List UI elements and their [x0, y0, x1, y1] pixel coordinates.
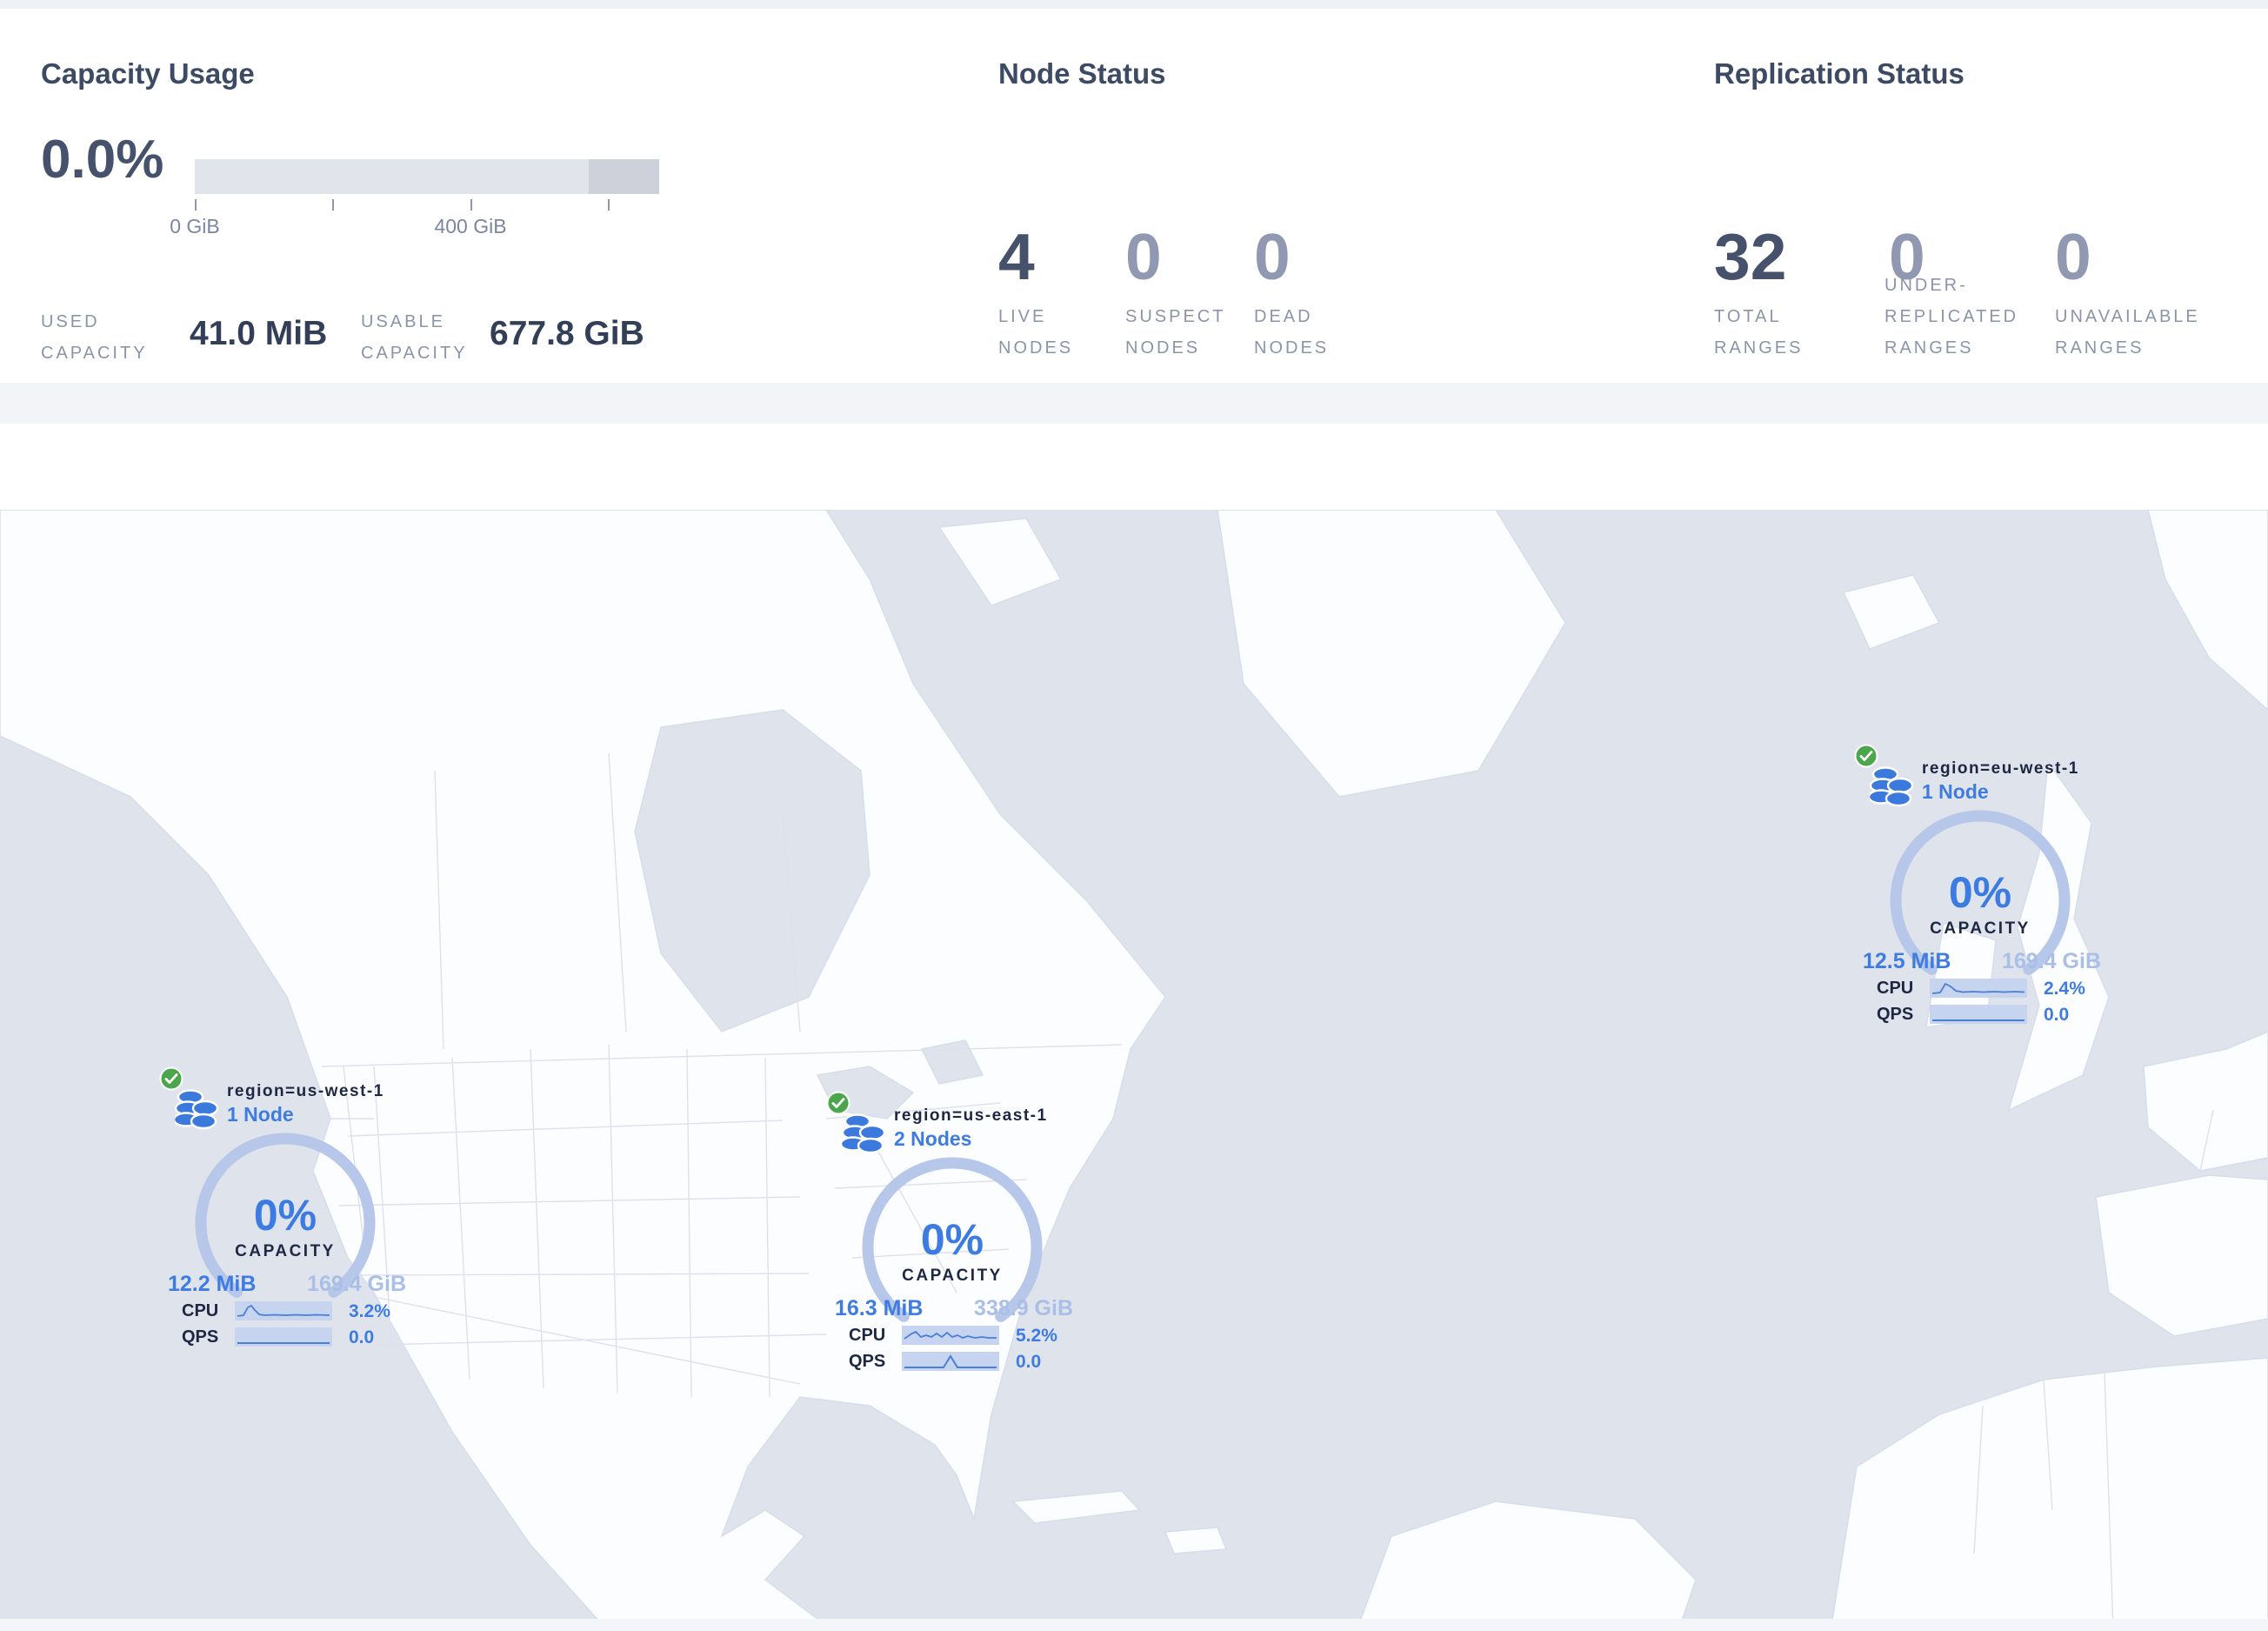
cpu-sparkline — [1930, 979, 2027, 998]
region-used-capacity: 12.5 MiB — [1863, 949, 1951, 973]
region-marker-us-east-1[interactable]: region=us-east-1 2 Nodes 0% CAPACITY 16.… — [819, 1077, 1085, 1383]
qps-sparkline — [902, 1352, 999, 1371]
qps-label: QPS — [182, 1327, 219, 1347]
cpu-label: CPU — [182, 1301, 219, 1320]
replication-status-title: Replication Status — [1714, 57, 1964, 90]
qps-row: QPS 0.0 — [152, 1327, 418, 1348]
region-capacity-percent: 0% — [253, 1191, 317, 1240]
section-divider — [0, 383, 2268, 424]
region-total-capacity: 169.4 GiB — [2002, 949, 2101, 973]
qps-value: 0.0 — [349, 1327, 375, 1347]
cpu-value: 5.2% — [1016, 1326, 1057, 1346]
cpu-value: 2.4% — [2044, 979, 2085, 999]
qps-label: QPS — [849, 1352, 886, 1371]
region-name: region=eu-west-1 — [1922, 759, 2079, 778]
qps-sparkline — [1930, 1005, 2027, 1024]
cpu-label: CPU — [1877, 979, 1914, 998]
region-marker-eu-west-1[interactable]: region=eu-west-1 1 Node 0% CAPACITY 12.5… — [1847, 730, 2113, 1036]
usable-capacity-value: 677.8 GiB — [490, 315, 644, 352]
cluster-summary-bar: Capacity Usage 0.0% 0 GiB 400 GiB USED C… — [0, 9, 2268, 384]
cpu-row: CPU 5.2% — [819, 1326, 1085, 1347]
qps-value: 0.0 — [1016, 1352, 1042, 1372]
dead-nodes-label: DEAD NODES — [1254, 307, 1330, 358]
capacity-usage-title: Capacity Usage — [41, 57, 255, 90]
qps-value: 0.0 — [2044, 1005, 2070, 1025]
unavailable-ranges-label: UNAVAILABLE RANGES — [2055, 307, 2200, 358]
cpu-label: CPU — [849, 1326, 886, 1345]
suspect-nodes-label: SUSPECT NODES — [1125, 307, 1226, 358]
qps-sparkline — [235, 1327, 332, 1347]
region-capacity-percent: 0% — [1948, 868, 2012, 917]
axis-tick — [195, 199, 197, 211]
live-nodes-label: LIVE NODES — [998, 307, 1074, 358]
capacity-used-percent: 0.0% — [41, 130, 164, 190]
cpu-value: 3.2% — [349, 1301, 390, 1321]
region-capacity-label: CAPACITY — [1930, 919, 2031, 938]
axis-tick-label-400: 400 GiB — [434, 215, 507, 237]
cpu-sparkline — [902, 1326, 999, 1345]
total-ranges-label: TOTAL RANGES — [1714, 307, 1804, 358]
axis-tick — [332, 199, 334, 211]
node-status-title: Node Status — [998, 57, 1166, 90]
unavailable-ranges-count: 0 — [2055, 220, 2091, 293]
under-replicated-ranges-label: UNDER-REPLICATED RANGES — [1884, 276, 2019, 358]
qps-label: QPS — [1877, 1005, 1914, 1024]
region-total-capacity: 169.4 GiB — [307, 1272, 406, 1296]
qps-row: QPS 0.0 — [819, 1352, 1085, 1373]
region-capacity-percent: 0% — [920, 1215, 984, 1264]
region-used-capacity: 12.2 MiB — [168, 1272, 257, 1296]
axis-tick — [470, 199, 472, 211]
usable-capacity-label: USABLE CAPACITY — [361, 312, 468, 363]
cluster-overview-page: Capacity Usage 0.0% 0 GiB 400 GiB USED C… — [0, 0, 2268, 1631]
region-capacity-label: CAPACITY — [235, 1242, 336, 1260]
region-name: region=us-east-1 — [894, 1106, 1048, 1125]
cpu-row: CPU 3.2% — [152, 1301, 418, 1322]
axis-tick-label-0: 0 GiB — [170, 215, 220, 237]
map-toolbar: Node Map Cluster 10m Past 10 Minutes — [0, 424, 2268, 920]
suspect-nodes-count: 0 — [1125, 220, 1162, 293]
region-marker-us-west-1[interactable]: region=us-west-1 1 Node 0% CAPACITY 12.2… — [152, 1053, 418, 1359]
cpu-row: CPU 2.4% — [1847, 979, 2113, 999]
qps-row: QPS 0.0 — [1847, 1005, 2113, 1026]
page-footer-strip — [0, 1619, 2268, 1631]
used-capacity-value: 41.0 MiB — [190, 315, 328, 352]
capacity-usage-bar — [195, 159, 659, 194]
region-name: region=us-west-1 — [227, 1082, 384, 1100]
live-nodes-count: 4 — [998, 220, 1035, 293]
total-ranges-count: 32 — [1714, 220, 1787, 293]
region-capacity-label: CAPACITY — [902, 1267, 1003, 1285]
capacity-bar-nonusable-segment — [589, 159, 659, 194]
used-capacity-label: USED CAPACITY — [41, 312, 148, 363]
region-total-capacity: 338.9 GiB — [974, 1296, 1073, 1320]
axis-tick — [608, 199, 610, 211]
dead-nodes-count: 0 — [1254, 220, 1291, 293]
region-used-capacity: 16.3 MiB — [835, 1296, 924, 1320]
cpu-sparkline — [235, 1301, 332, 1320]
